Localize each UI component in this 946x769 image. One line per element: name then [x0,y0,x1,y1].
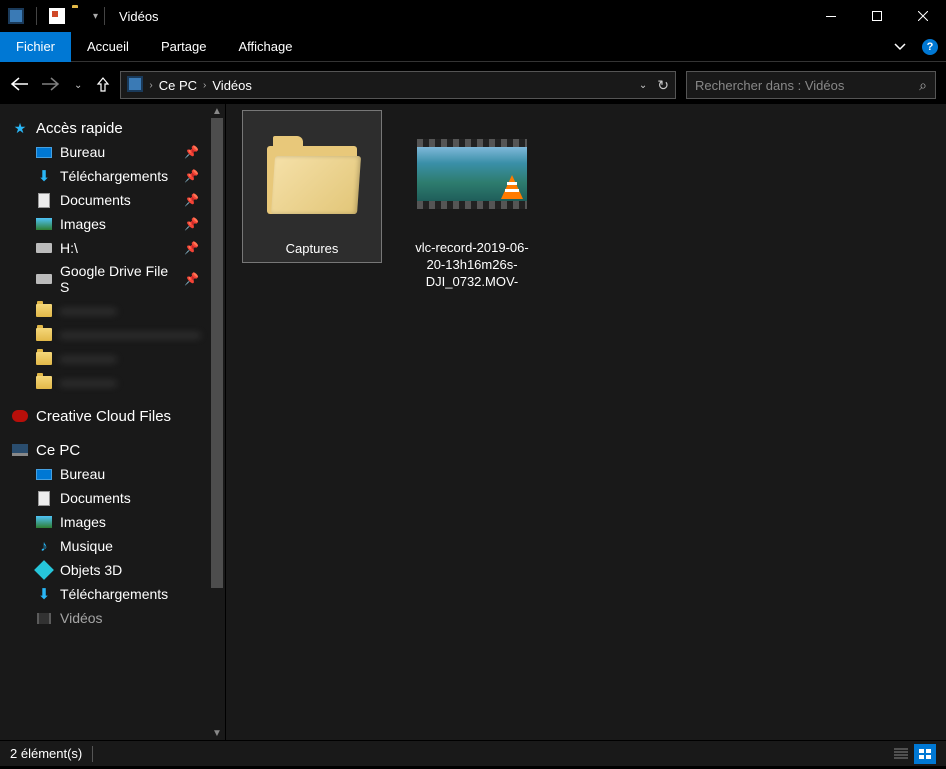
folder-item-captures[interactable]: Captures [242,110,382,263]
pin-icon: 📌 [184,169,199,183]
sidebar-item-gdrive[interactable]: Google Drive File S📌 [0,260,225,298]
sidebar-pc-videos[interactable]: Vidéos [0,606,225,630]
tab-file[interactable]: Fichier [0,32,71,62]
navigation-bar: ⌄ › Ce PC › Vidéos ⌄ ↻ ⌕ [0,66,946,104]
sidebar-item-documents[interactable]: Documents📌 [0,188,225,212]
image-icon [36,216,52,232]
star-icon: ★ [12,120,28,136]
file-list[interactable]: Captures vlc-record-2019-06-20-13h16m26s… [226,104,946,740]
sidebar-pc-3d[interactable]: Objets 3D [0,558,225,582]
qat-folder-icon[interactable] [71,8,87,24]
vlc-icon [501,173,523,199]
maximize-button[interactable] [854,0,900,32]
video-item[interactable]: vlc-record-2019-06-20-13h16m26s-DJI_0732… [402,110,542,295]
sidebar-this-pc[interactable]: Ce PC [0,438,225,462]
scroll-thumb[interactable] [211,118,223,588]
view-details-button[interactable] [890,744,912,764]
refresh-button[interactable]: ↻ [657,77,669,94]
qat-dropdown-icon[interactable]: ▾ [93,11,98,22]
sidebar-item-drive-h[interactable]: H:\📌 [0,236,225,260]
sidebar-pc-downloads[interactable]: ⬇Téléchargements [0,582,225,606]
folder-icon [36,374,52,390]
ribbon-tabs: Fichier Accueil Partage Affichage ? [0,32,946,62]
video-thumbnail [408,114,536,234]
search-box[interactable]: ⌕ [686,71,936,99]
sidebar-item-images[interactable]: Images📌 [0,212,225,236]
download-icon: ⬇ [36,168,52,184]
search-input[interactable] [695,78,919,93]
document-icon [36,192,52,208]
breadcrumb-current[interactable]: Vidéos [212,78,252,93]
app-icon [8,8,24,24]
history-dropdown[interactable]: ⌄ [74,80,82,91]
forward-button[interactable] [42,77,60,94]
sidebar-creative-cloud[interactable]: Creative Cloud Files [0,404,225,428]
sidebar-pc-bureau[interactable]: Bureau [0,462,225,486]
view-large-icons-button[interactable] [914,744,936,764]
3d-icon [36,562,52,578]
sidebar-item-recent[interactable]: ———— [0,346,225,370]
scroll-down-icon[interactable]: ▼ [209,726,225,740]
tab-view[interactable]: Affichage [222,32,308,62]
pin-icon: 📌 [184,272,199,286]
close-button[interactable] [900,0,946,32]
sidebar-item-bureau[interactable]: Bureau📌 [0,140,225,164]
scroll-up-icon[interactable]: ▲ [209,104,225,118]
search-icon[interactable]: ⌕ [919,77,927,94]
up-button[interactable] [96,76,110,95]
sidebar-item-recent[interactable]: ———— [0,298,225,322]
image-icon [36,514,52,530]
folder-icon [36,350,52,366]
pc-icon [12,442,28,458]
tab-home[interactable]: Accueil [71,32,145,62]
back-button[interactable] [10,77,28,94]
address-dropdown[interactable]: ⌄ [639,80,647,91]
pin-icon: 📌 [184,241,199,255]
location-icon [127,76,143,95]
navigation-pane: ★Accès rapide Bureau📌 ⬇Téléchargements📌 … [0,104,226,740]
video-icon [36,610,52,626]
help-icon: ? [922,39,938,55]
pin-icon: 📌 [184,145,199,159]
ribbon-expand-button[interactable] [886,43,914,51]
status-bar: 2 élément(s) [0,740,946,766]
sidebar-item-downloads[interactable]: ⬇Téléchargements📌 [0,164,225,188]
download-icon: ⬇ [36,586,52,602]
cloud-icon [12,408,28,424]
sidebar-pc-documents[interactable]: Documents [0,486,225,510]
sidebar-pc-images[interactable]: Images [0,510,225,534]
help-button[interactable]: ? [914,39,946,55]
chevron-right-icon[interactable]: › [203,80,206,91]
drive-icon [36,240,52,256]
folder-icon [36,326,52,342]
desktop-icon [36,144,52,160]
music-icon: ♪ [36,538,52,554]
pin-icon: 📌 [184,193,199,207]
sidebar-pc-music[interactable]: ♪Musique [0,534,225,558]
sidebar-scrollbar[interactable]: ▲ ▼ [209,104,225,740]
sidebar-quick-access[interactable]: ★Accès rapide [0,116,225,140]
document-icon [36,490,52,506]
window-title: Vidéos [119,9,159,24]
folder-icon [248,115,376,235]
item-label: Captures [286,241,339,258]
tab-share[interactable]: Partage [145,32,223,62]
status-item-count: 2 élément(s) [10,746,82,761]
qat-properties-icon[interactable] [49,8,65,24]
desktop-icon [36,466,52,482]
qat-icons: ▾ [8,7,98,25]
sidebar-item-recent[interactable]: —————————— [0,322,225,346]
pin-icon: 📌 [184,217,199,231]
drive-icon [36,271,52,287]
chevron-right-icon[interactable]: › [149,80,152,91]
breadcrumb-root[interactable]: Ce PC [159,78,197,93]
folder-icon [36,302,52,318]
title-bar: ▾ Vidéos [0,0,946,32]
address-bar[interactable]: › Ce PC › Vidéos ⌄ ↻ [120,71,676,99]
item-label: vlc-record-2019-06-20-13h16m26s-DJI_0732… [406,240,538,291]
sidebar-item-recent[interactable]: ———— [0,370,225,394]
minimize-button[interactable] [808,0,854,32]
